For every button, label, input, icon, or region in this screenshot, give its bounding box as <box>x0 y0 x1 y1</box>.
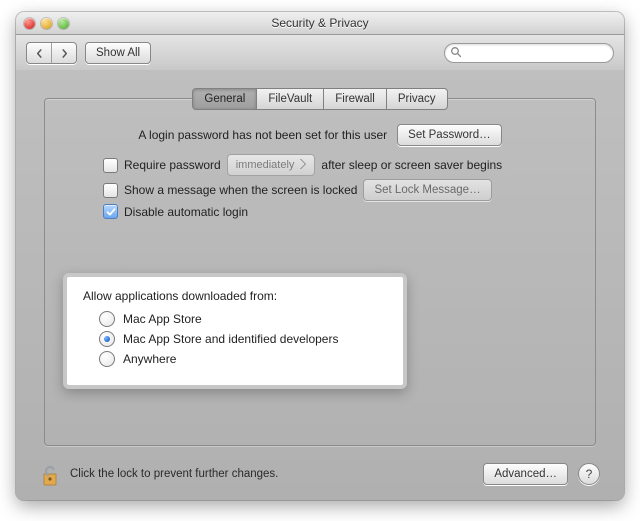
close-button[interactable] <box>24 18 35 29</box>
search-input[interactable] <box>444 43 614 63</box>
require-password-label-after: after sleep or screen saver begins <box>321 158 502 172</box>
check-icon <box>106 207 116 217</box>
advanced-button[interactable]: Advanced… <box>483 463 568 485</box>
search-icon <box>450 46 462 61</box>
lock-icon[interactable] <box>40 462 60 486</box>
show-message-checkbox[interactable] <box>103 183 118 198</box>
disable-auto-login-checkbox[interactable] <box>103 204 118 219</box>
login-password-message: A login password has not been set for th… <box>138 128 387 142</box>
nav-back-forward <box>26 42 77 64</box>
chevron-left-icon <box>35 49 44 58</box>
gatekeeper-radio-appstore[interactable] <box>99 311 115 327</box>
chevron-right-icon <box>60 49 69 58</box>
help-button[interactable]: ? <box>578 463 600 485</box>
disable-auto-login-label: Disable automatic login <box>124 205 248 219</box>
tab-firewall[interactable]: Firewall <box>323 88 387 110</box>
tab-filevault[interactable]: FileVault <box>256 88 324 110</box>
footer: Click the lock to prevent further change… <box>40 462 600 486</box>
gatekeeper-section: Allow applications downloaded from: Mac … <box>63 273 407 389</box>
gatekeeper-radio-anywhere[interactable] <box>99 351 115 367</box>
toolbar: Show All <box>16 35 624 72</box>
require-password-label-before: Require password <box>124 158 221 172</box>
show-message-label: Show a message when the screen is locked <box>124 183 357 197</box>
require-password-checkbox[interactable] <box>103 158 118 173</box>
show-all-button[interactable]: Show All <box>85 42 151 64</box>
gatekeeper-radio-identified[interactable] <box>99 331 115 347</box>
search-field-wrap <box>444 43 614 63</box>
back-button[interactable] <box>27 43 52 63</box>
gatekeeper-option-anywhere: Anywhere <box>123 352 176 366</box>
gatekeeper-heading: Allow applications downloaded from: <box>83 289 387 303</box>
lock-text: Click the lock to prevent further change… <box>70 468 473 480</box>
gatekeeper-option-identified: Mac App Store and identified developers <box>123 332 338 346</box>
zoom-button[interactable] <box>58 18 69 29</box>
window-controls <box>24 18 69 29</box>
tab-bar: General FileVault Firewall Privacy <box>16 88 624 110</box>
titlebar: Security & Privacy <box>16 12 624 35</box>
preferences-window: Security & Privacy Show All General File… <box>16 12 624 500</box>
gatekeeper-option-appstore: Mac App Store <box>123 312 202 326</box>
content-area: General FileVault Firewall Privacy A log… <box>16 70 624 500</box>
window-title: Security & Privacy <box>16 16 624 30</box>
set-password-button[interactable]: Set Password… <box>397 124 501 146</box>
minimize-button[interactable] <box>41 18 52 29</box>
set-lock-message-button[interactable]: Set Lock Message… <box>363 179 491 201</box>
require-password-delay-select[interactable]: immediately <box>227 154 316 176</box>
general-panel: A login password has not been set for th… <box>44 98 596 446</box>
tab-privacy[interactable]: Privacy <box>386 88 448 110</box>
forward-button[interactable] <box>52 43 76 63</box>
tab-general[interactable]: General <box>192 88 257 110</box>
